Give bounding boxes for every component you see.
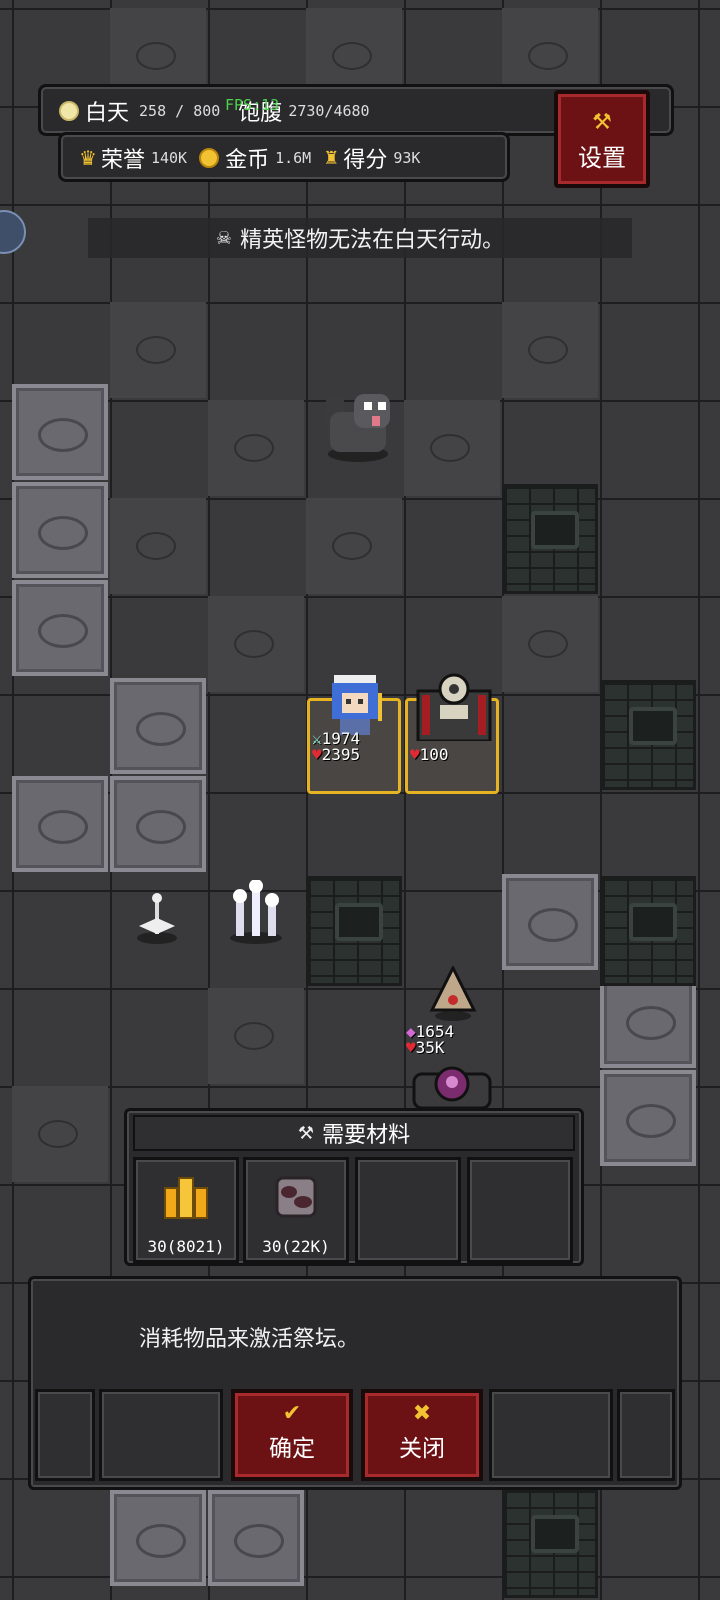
altar-hp: 100 <box>419 745 449 764</box>
floor-tile <box>208 400 304 496</box>
crown-icon: ♛ <box>79 146 97 170</box>
confirm-button[interactable]: ✔ 确定 <box>231 1389 353 1481</box>
wrench-icon: ⚒ <box>297 1122 315 1144</box>
dialog-panel: 消耗物品来激活祭坛。 ✔ 确定 ✖ 关闭 <box>28 1276 682 1490</box>
empty-cell <box>35 1389 95 1481</box>
heart-icon: ♥ <box>312 745 322 764</box>
stone-block <box>110 776 206 872</box>
dialog-button-row: ✔ 确定 ✖ 关闭 <box>31 1389 679 1481</box>
gold-coin-icon <box>199 148 220 168</box>
stone-pillar <box>600 680 696 790</box>
time-of-day-label: 白天 <box>85 101 130 126</box>
materials-panel: ⚒ 需要材料 30(8021) 30(22K) <box>124 1108 584 1266</box>
confirm-label: 确定 <box>269 1436 315 1462</box>
stone-block <box>110 678 206 774</box>
material-slot[interactable]: 30(22K) <box>243 1157 349 1263</box>
settings-label: 设置 <box>578 144 626 172</box>
fungus-sprite <box>226 879 286 946</box>
floor-tile <box>404 400 500 496</box>
satiety-value: 2730/4680 <box>288 102 370 120</box>
wrench-icon: ⚒ <box>592 110 612 135</box>
floor-tile <box>306 498 402 594</box>
gold-label: 金币 <box>225 148 270 173</box>
skull-icon: ☠ <box>215 227 233 249</box>
stone-block <box>600 972 696 1068</box>
gray-dog-sprite[interactable] <box>320 384 396 464</box>
honor-label: 荣誉 <box>100 148 145 173</box>
score-label: 得分 <box>343 148 388 173</box>
empty-cell <box>99 1389 223 1481</box>
time-value: 258 / 800 <box>139 102 221 120</box>
gold-value: 1.6M <box>275 149 312 167</box>
material-slot[interactable]: 30(8021) <box>133 1157 239 1263</box>
stone-block <box>12 384 108 480</box>
sun-icon <box>59 101 79 121</box>
stone-block <box>12 776 108 872</box>
floor-tile <box>502 596 598 692</box>
player-hero[interactable]: ⚔1974 ♥2395 <box>307 675 401 794</box>
floor-tile <box>208 596 304 692</box>
stone-block <box>502 874 598 970</box>
purple-orb-monster[interactable] <box>410 1064 494 1110</box>
materials-title: 需要材料 <box>322 1123 411 1148</box>
stone-block <box>12 580 108 676</box>
altar[interactable]: ♥100 <box>405 673 499 794</box>
stone-block <box>12 482 108 578</box>
plant-sprite <box>135 890 179 950</box>
material-slot-empty[interactable] <box>355 1157 461 1263</box>
floor-tile <box>502 302 598 398</box>
notification-text: 精英怪物无法在白天行动。 <box>240 228 505 253</box>
material-count: 30(22K) <box>262 1237 330 1256</box>
ore-icon <box>275 1176 317 1218</box>
floor-tile <box>208 988 304 1084</box>
status-bar-resources: ♛ 荣誉 140K 金币 1.6M ♜ 得分 93K <box>58 132 510 182</box>
close-icon: ✖ <box>412 1401 432 1426</box>
settings-button[interactable]: ⚒ 设置 <box>554 90 650 188</box>
stone-block <box>110 1490 206 1586</box>
stone-pillar <box>502 1488 598 1598</box>
stone-block <box>208 1490 304 1586</box>
stone-pillar <box>502 484 598 594</box>
enemy-hp: 35K <box>415 1038 445 1057</box>
materials-header: ⚒ 需要材料 <box>133 1115 575 1151</box>
gold-bars-icon <box>164 1177 208 1219</box>
close-button[interactable]: ✖ 关闭 <box>361 1389 483 1481</box>
floor-tile <box>110 302 206 398</box>
floor-tile <box>110 498 206 594</box>
close-label: 关闭 <box>399 1436 445 1462</box>
honor-value: 140K <box>150 149 188 167</box>
empty-cell <box>489 1389 613 1481</box>
floor-tile <box>12 1086 108 1182</box>
player-hp: 2395 <box>321 745 361 764</box>
score-value: 93K <box>393 149 421 167</box>
heart-icon: ♥ <box>410 745 420 764</box>
material-slot-empty[interactable] <box>467 1157 573 1263</box>
stone-pillar <box>306 876 402 986</box>
dialog-text: 消耗物品来激活祭坛。 <box>139 1327 360 1352</box>
trophy-icon: ♜ <box>323 147 340 169</box>
heart-icon: ♥ <box>406 1038 416 1057</box>
enemy-cone-monster[interactable]: ◆1654 ♥35K <box>404 966 500 1056</box>
check-icon: ✔ <box>282 1401 302 1426</box>
empty-cell <box>617 1389 675 1481</box>
fps-counter: FPS:13 <box>225 96 280 114</box>
material-count: 30(8021) <box>147 1237 225 1256</box>
notification-message: ☠ 精英怪物无法在白天行动。 <box>88 218 632 258</box>
stone-pillar <box>600 876 696 986</box>
stone-block <box>600 1070 696 1166</box>
